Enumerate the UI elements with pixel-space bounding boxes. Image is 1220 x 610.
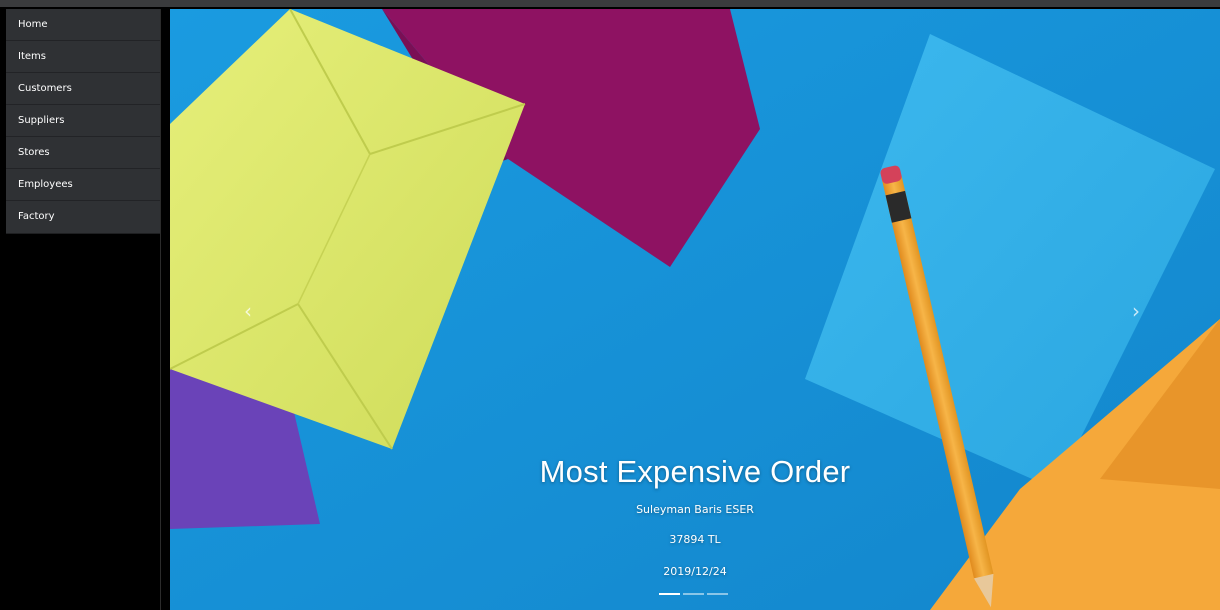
sidebar-item-suppliers[interactable]: Suppliers: [6, 105, 160, 137]
sidebar-item-customers[interactable]: Customers: [6, 73, 160, 105]
top-bar: [0, 0, 1220, 7]
slide-title: Most Expensive Order: [539, 454, 851, 489]
chevron-right-icon[interactable]: ›: [1124, 299, 1148, 323]
carousel-slide-image: [170, 9, 1220, 610]
sidebar-menu: Home Items Customers Suppliers Stores Em…: [6, 9, 160, 234]
slide-customer: Suleyman Baris ESER: [636, 503, 754, 516]
slide-date: 2019/12/24: [663, 565, 727, 578]
sidebar-item-home[interactable]: Home: [6, 9, 160, 41]
carousel-indicator-1[interactable]: [659, 593, 680, 595]
carousel-indicator-2[interactable]: [683, 593, 704, 595]
sidebar: Home Items Customers Suppliers Stores Em…: [6, 9, 160, 610]
chevron-left-icon[interactable]: ‹: [236, 299, 260, 323]
carousel-indicators: [659, 593, 728, 597]
sidebar-item-employees[interactable]: Employees: [6, 169, 160, 201]
sidebar-item-items[interactable]: Items: [6, 41, 160, 73]
carousel-indicator-3[interactable]: [707, 593, 728, 595]
slide-amount: 37894 TL: [669, 533, 721, 546]
sidebar-item-stores[interactable]: Stores: [6, 137, 160, 169]
sidebar-divider: [160, 9, 161, 610]
sidebar-item-factory[interactable]: Factory: [6, 201, 160, 233]
carousel: ‹ › Most Expensive Order Suleyman Baris …: [170, 9, 1220, 610]
app-window: Home Items Customers Suppliers Stores Em…: [0, 0, 1220, 610]
